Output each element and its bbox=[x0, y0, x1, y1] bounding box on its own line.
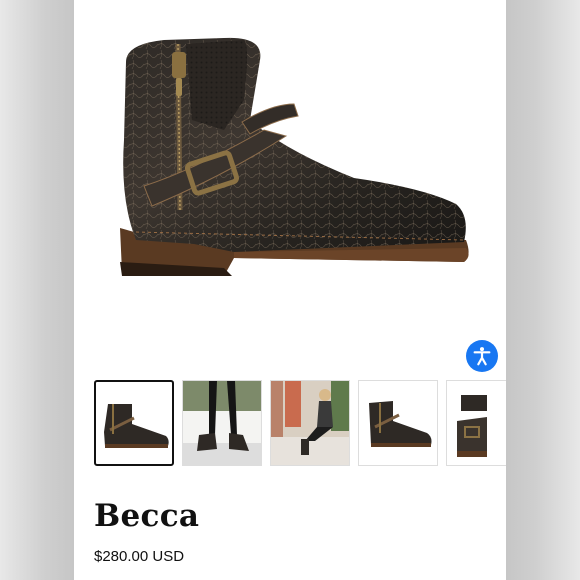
left-blur-margin bbox=[0, 0, 74, 580]
accessibility-button[interactable] bbox=[466, 340, 498, 372]
thumbnail-2[interactable] bbox=[182, 380, 262, 466]
thumbnail-3[interactable] bbox=[270, 380, 350, 466]
product-hero-image bbox=[120, 37, 469, 276]
thumbnail-1[interactable] bbox=[94, 380, 174, 466]
product-price: $280.00 USD bbox=[94, 548, 185, 565]
accessibility-icon bbox=[473, 347, 491, 366]
product-title: Becca bbox=[94, 498, 200, 534]
thumbnail-carousel bbox=[94, 378, 506, 470]
right-blur-margin bbox=[506, 0, 580, 580]
product-page: Becca $280.00 USD bbox=[74, 0, 506, 580]
thumbnail-4[interactable] bbox=[358, 380, 438, 466]
thumbnail-5[interactable] bbox=[446, 380, 506, 466]
